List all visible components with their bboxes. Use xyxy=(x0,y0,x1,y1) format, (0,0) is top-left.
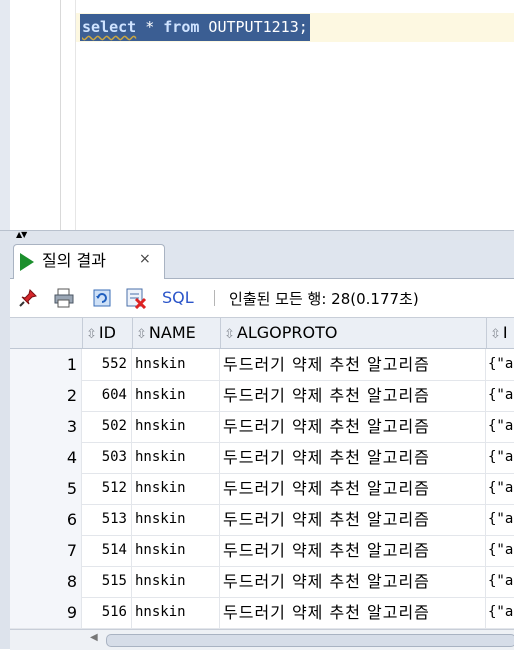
cell-algoproto[interactable]: 두드러기 약제 추천 알고리즘 xyxy=(220,411,486,442)
cell-id[interactable]: 502 xyxy=(82,411,132,442)
cell-name[interactable]: hnskin xyxy=(132,442,220,473)
cell-name[interactable]: hnskin xyxy=(132,597,220,628)
cell-id[interactable]: 514 xyxy=(82,535,132,566)
table-row[interactable]: 5 512 hnskin 두드러기 약제 추천 알고리즘 {"a xyxy=(10,473,514,505)
sql-editor[interactable]: select * from OUTPUT1213; xyxy=(0,0,514,230)
selected-query-text[interactable]: select * from OUTPUT1213; xyxy=(80,14,310,41)
cell-next[interactable]: {"a xyxy=(486,566,514,597)
print-icon[interactable] xyxy=(52,287,76,309)
cell-id[interactable]: 604 xyxy=(82,380,132,411)
cell-id[interactable]: 513 xyxy=(82,504,132,535)
cell-next[interactable]: {"a xyxy=(486,349,514,380)
row-number: 6 xyxy=(10,504,82,535)
cell-name[interactable]: hnskin xyxy=(132,504,220,535)
export-icon[interactable] xyxy=(124,287,148,309)
sort-icon[interactable]: ⇳ xyxy=(86,327,97,342)
fetch-status: 인출된 모든 행: 28(0.177초) xyxy=(229,290,419,308)
results-tab-bar: 질의 결과 × xyxy=(10,240,514,279)
cell-next[interactable]: {"a xyxy=(486,442,514,473)
cell-name[interactable]: hnskin xyxy=(132,349,220,380)
pin-icon[interactable] xyxy=(16,287,40,309)
play-icon xyxy=(20,253,34,271)
column-header-next[interactable]: ⇳ I xyxy=(486,318,514,348)
sort-icon[interactable]: ⇳ xyxy=(224,327,235,342)
cell-name[interactable]: hnskin xyxy=(132,380,220,411)
gutter-divider xyxy=(60,0,61,230)
cell-id[interactable]: 512 xyxy=(82,473,132,504)
horizontal-scrollbar[interactable]: ◀ xyxy=(10,629,514,650)
results-grid[interactable]: ⇳ ID ⇳ NAME ⇳ ALGOPROTO ⇳ I 1 552 hnskin 두드러… xyxy=(10,318,514,629)
cell-algoproto[interactable]: 두드러기 약제 추천 알고리즘 xyxy=(220,597,486,628)
cell-next[interactable]: {"a xyxy=(486,597,514,628)
column-header-label: NAME xyxy=(148,323,196,342)
keyword-select: select xyxy=(82,18,137,36)
splitter-arrows-icon[interactable]: ▲▼ xyxy=(16,230,27,239)
row-number: 2 xyxy=(10,380,82,411)
scroll-left-icon[interactable]: ◀ xyxy=(90,632,98,643)
cell-name[interactable]: hnskin xyxy=(132,566,220,597)
tab-query-result[interactable]: 질의 결과 × xyxy=(13,244,165,279)
cell-algoproto[interactable]: 두드러기 약제 추천 알고리즘 xyxy=(220,473,486,504)
cell-id[interactable]: 516 xyxy=(82,597,132,628)
table-row[interactable]: 7 514 hnskin 두드러기 약제 추천 알고리즘 {"a xyxy=(10,535,514,567)
row-number: 3 xyxy=(10,411,82,442)
cell-id[interactable]: 503 xyxy=(82,442,132,473)
results-toolbar: SQL 인출된 모든 행: 28(0.177초) xyxy=(10,279,514,318)
column-header-id[interactable]: ⇳ ID xyxy=(82,318,133,348)
sort-icon[interactable]: ⇳ xyxy=(490,327,501,342)
cell-algoproto[interactable]: 두드러기 약제 추천 알고리즘 xyxy=(220,442,486,473)
column-header-name[interactable]: ⇳ NAME xyxy=(132,318,221,348)
row-number-header xyxy=(10,318,83,348)
cell-algoproto[interactable]: 두드러기 약제 추천 알고리즘 xyxy=(220,566,486,597)
cell-algoproto[interactable]: 두드러기 약제 추천 알고리즘 xyxy=(220,504,486,535)
keyword-from: from xyxy=(163,18,200,36)
column-header-label: ALGOPROTO xyxy=(236,323,338,342)
row-number: 4 xyxy=(10,442,82,473)
row-number: 9 xyxy=(10,597,82,628)
table-row[interactable]: 1 552 hnskin 두드러기 약제 추천 알고리즘 {"a xyxy=(10,349,514,381)
cell-name[interactable]: hnskin xyxy=(132,473,220,504)
sql-button[interactable]: SQL xyxy=(162,288,194,307)
query-fragment: * xyxy=(136,18,164,36)
refresh-icon[interactable] xyxy=(90,287,114,309)
sort-icon[interactable]: ⇳ xyxy=(136,327,147,342)
cell-algoproto[interactable]: 두드러기 약제 추천 알고리즘 xyxy=(220,349,486,380)
tab-title: 질의 결과 xyxy=(42,251,106,270)
row-number: 7 xyxy=(10,535,82,566)
cell-name[interactable]: hnskin xyxy=(132,411,220,442)
row-number: 1 xyxy=(10,349,82,380)
cell-next[interactable]: {"a xyxy=(486,504,514,535)
close-icon[interactable]: × xyxy=(139,251,151,267)
editor-gutter xyxy=(10,0,62,230)
cell-next[interactable]: {"a xyxy=(486,535,514,566)
grid-header: ⇳ ID ⇳ NAME ⇳ ALGOPROTO ⇳ I xyxy=(10,318,514,349)
table-row[interactable]: 2 604 hnskin 두드러기 약제 추천 알고리즘 {"a xyxy=(10,380,514,412)
cell-id[interactable]: 552 xyxy=(82,349,132,380)
table-row[interactable]: 9 516 hnskin 두드러기 약제 추천 알고리즘 {"a xyxy=(10,597,514,629)
column-header-label: I xyxy=(502,323,508,342)
table-row[interactable]: 8 515 hnskin 두드러기 약제 추천 알고리즘 {"a xyxy=(10,566,514,598)
table-row[interactable]: 4 503 hnskin 두드러기 약제 추천 알고리즘 {"a xyxy=(10,442,514,474)
cell-next[interactable]: {"a xyxy=(486,411,514,442)
table-row[interactable]: 3 502 hnskin 두드러기 약제 추천 알고리즘 {"a xyxy=(10,411,514,443)
results-panel: 질의 결과 × SQL 인출된 모든 행: 28(0.177초) ⇳ ID ⇳ NA… xyxy=(0,240,514,650)
scrollbar-thumb[interactable] xyxy=(106,634,514,647)
toolbar-separator xyxy=(214,290,215,306)
cell-next[interactable]: {"a xyxy=(486,380,514,411)
row-number: 8 xyxy=(10,566,82,597)
cell-next[interactable]: {"a xyxy=(486,473,514,504)
cell-algoproto[interactable]: 두드러기 약제 추천 알고리즘 xyxy=(220,380,486,411)
cell-algoproto[interactable]: 두드러기 약제 추천 알고리즘 xyxy=(220,535,486,566)
cell-id[interactable]: 515 xyxy=(82,566,132,597)
cell-name[interactable]: hnskin xyxy=(132,535,220,566)
query-table: OUTPUT1213; xyxy=(199,18,308,36)
row-number: 5 xyxy=(10,473,82,504)
table-row[interactable]: 6 513 hnskin 두드러기 약제 추천 알고리즘 {"a xyxy=(10,504,514,536)
column-header-label: ID xyxy=(98,323,116,342)
column-header-algoproto[interactable]: ⇳ ALGOPROTO xyxy=(220,318,487,348)
